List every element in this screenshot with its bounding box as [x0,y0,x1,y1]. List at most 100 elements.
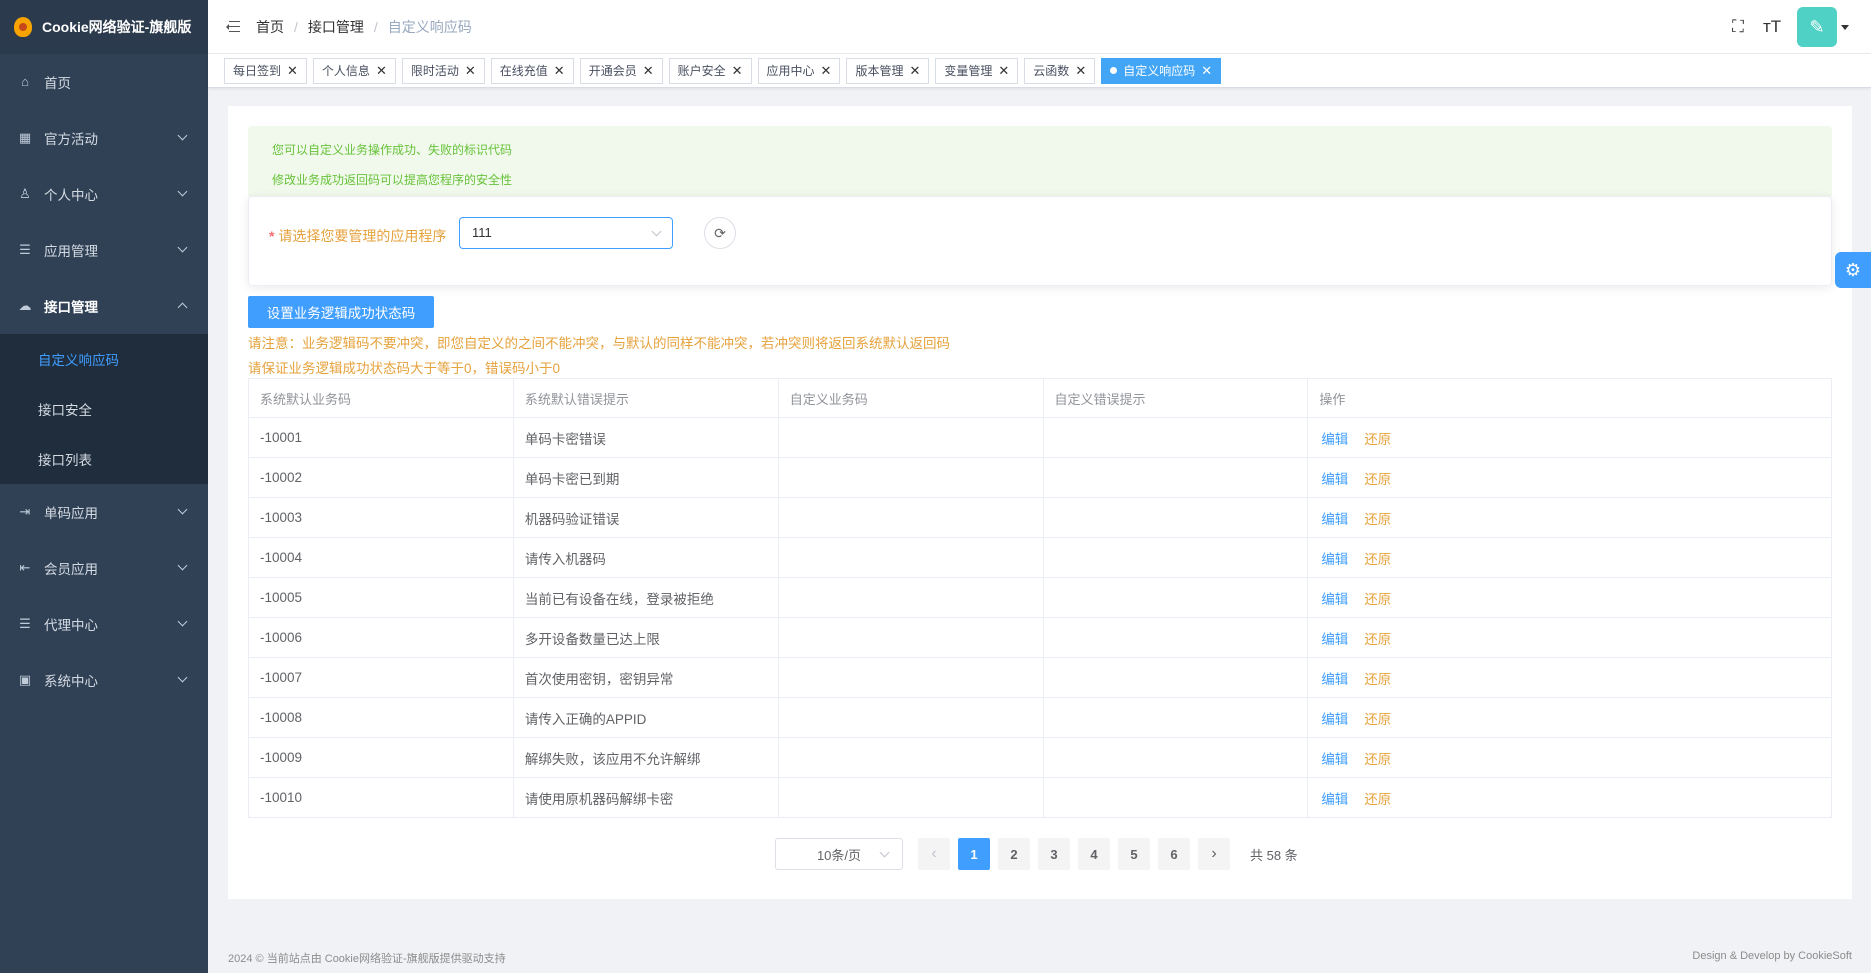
avatar[interactable]: ✎ [1797,7,1837,47]
edit-link[interactable]: 编辑 [1321,752,1348,767]
edit-link[interactable]: 编辑 [1321,432,1348,447]
fullscreen-icon[interactable]: ⛶ [1729,17,1747,37]
sidebar-item-member-app[interactable]: ⇤ 会员应用 [0,540,208,596]
close-icon[interactable]: ✕ [1201,63,1212,79]
restore-link[interactable]: 还原 [1364,632,1391,647]
refresh-button[interactable]: ⟳ [704,217,736,249]
tag-account-security[interactable]: 账户安全 ✕ [668,57,752,84]
chevron-down-icon [651,226,662,237]
edit-link[interactable]: 编辑 [1321,712,1348,727]
close-icon[interactable]: ✕ [909,63,920,79]
edit-link[interactable]: 编辑 [1321,672,1348,687]
sidebar-item-home[interactable]: ⌂ 首页 [0,54,208,110]
next-page-button[interactable]: › [1198,838,1230,870]
tag-custom-response-code[interactable]: 自定义响应码 ✕ [1101,57,1222,84]
sidebar-item-system-center[interactable]: ▣ 系统中心 [0,652,208,708]
page-button[interactable]: 1 [958,838,990,870]
footer-copyright: 2024 © 当前站点由 Cookie网络验证-旗舰版提供驱动支持 [228,953,506,965]
sidebar-item-single-code-app[interactable]: ⇥ 单码应用 [0,484,208,540]
chevron-left-icon: ‹ [931,845,937,862]
page-size-value: 10条/页 [816,847,862,863]
close-icon[interactable]: ✕ [998,63,1009,79]
page-button[interactable]: 5 [1118,838,1150,870]
sidebar-subitem-custom-response-code[interactable]: 自定义响应码 [0,334,208,384]
restore-link[interactable]: 还原 [1364,712,1391,727]
restore-link[interactable]: 还原 [1364,432,1391,447]
close-icon[interactable]: ✕ [643,63,654,79]
sidebar-item-app-management[interactable]: ☰ 应用管理 [0,222,208,278]
actions-cell: 编辑 还原 [1307,417,1832,458]
sidebar-item-label: 单码应用 [44,506,98,521]
close-icon[interactable]: ✕ [376,63,387,79]
edit-link[interactable]: 编辑 [1321,632,1348,647]
edit-link[interactable]: 编辑 [1321,552,1348,567]
edit-link[interactable]: 编辑 [1321,512,1348,527]
app-logo[interactable]: Cookie网络验证-旗舰版 [0,0,208,54]
monitor-icon: ▣ [18,672,32,687]
page-button[interactable]: 6 [1158,838,1190,870]
edit-link[interactable]: 编辑 [1321,792,1348,807]
close-icon[interactable]: ✕ [465,63,476,79]
tag-cloud-function[interactable]: 云函数 ✕ [1024,57,1096,84]
gear-icon: ⚙ [1844,259,1862,280]
sidebar-subitem-api-list[interactable]: 接口列表 [0,434,208,484]
tag-label: 云函数 [1033,64,1070,78]
font-size-icon[interactable]: тT [1763,17,1781,37]
login-arrow-icon: ⇥ [19,504,31,519]
close-icon[interactable]: ✕ [1075,63,1086,79]
set-success-code-button[interactable]: 设置业务逻辑成功状态码 [248,296,434,328]
caret-down-icon[interactable] [1841,24,1849,30]
tag-personal-info[interactable]: 个人信息 ✕ [312,57,396,84]
sidebar-item-api-management[interactable]: ☁ 接口管理 [0,278,208,334]
restore-link[interactable]: 还原 [1364,472,1391,487]
breadcrumb-current: 自定义响应码 [387,18,472,35]
prev-page-button[interactable]: ‹ [918,838,950,870]
tag-version-management[interactable]: 版本管理 ✕ [846,57,930,84]
restore-link[interactable]: 还原 [1364,552,1391,567]
close-icon[interactable]: ✕ [821,63,832,79]
page-button[interactable]: 4 [1078,838,1110,870]
custom-code-cell [777,697,1044,738]
restore-link[interactable]: 还原 [1364,672,1391,687]
page-button[interactable]: 2 [998,838,1030,870]
collapse-sidebar-icon[interactable] [226,20,240,33]
close-icon[interactable]: ✕ [287,63,298,79]
sidebar-item-label: 系统中心 [44,674,98,689]
edit-link[interactable]: 编辑 [1321,472,1348,487]
sidebar-item-profile[interactable]: ♙ 个人中心 [0,166,208,222]
tag-daily-checkin[interactable]: 每日签到 ✕ [224,57,307,84]
tag-label: 每日签到 [233,64,282,78]
close-icon[interactable]: ✕ [732,63,743,79]
page-button[interactable]: 3 [1038,838,1070,870]
page-size-select[interactable]: 10条/页 [775,838,903,870]
code-cell: -10004 [248,537,514,578]
chevron-down-icon [177,672,188,683]
restore-link[interactable]: 还原 [1364,752,1391,767]
restore-link[interactable]: 还原 [1364,592,1391,607]
breadcrumb-home[interactable]: 首页 [256,17,284,37]
custom-code-cell [777,577,1044,618]
settings-button[interactable]: ⚙ [1835,252,1871,288]
custom-message-cell [1042,777,1309,818]
tag-app-center[interactable]: 应用中心 ✕ [757,57,841,84]
column-header: 自定义业务码 [777,378,1044,418]
sidebar-item-agent-center[interactable]: ☰ 代理中心 [0,596,208,652]
tag-variable-management[interactable]: 变量管理 ✕ [935,57,1019,84]
restore-link[interactable]: 还原 [1364,512,1391,527]
edit-link[interactable]: 编辑 [1321,592,1348,607]
tag-online-recharge[interactable]: 在线充值 ✕ [490,57,574,84]
app-select[interactable]: 111 [459,217,673,249]
sidebar-item-label: 会员应用 [44,562,98,577]
column-header: 自定义错误提示 [1042,378,1309,418]
restore-link[interactable]: 还原 [1364,792,1391,807]
close-icon[interactable]: ✕ [554,63,565,79]
tag-limited-activity[interactable]: 限时活动 ✕ [401,57,485,84]
sidebar-item-activities[interactable]: ▦ 官方活动 [0,110,208,166]
actions-cell: 编辑 还原 [1307,537,1832,578]
sidebar-item-label: 代理中心 [44,618,98,633]
home-icon: ⌂ [21,74,29,89]
sidebar-subitem-api-security[interactable]: 接口安全 [0,384,208,434]
tag-open-membership[interactable]: 开通会员 ✕ [579,57,663,84]
code-cell: -10010 [248,777,514,818]
breadcrumb-api-management[interactable]: 接口管理 [308,17,364,37]
